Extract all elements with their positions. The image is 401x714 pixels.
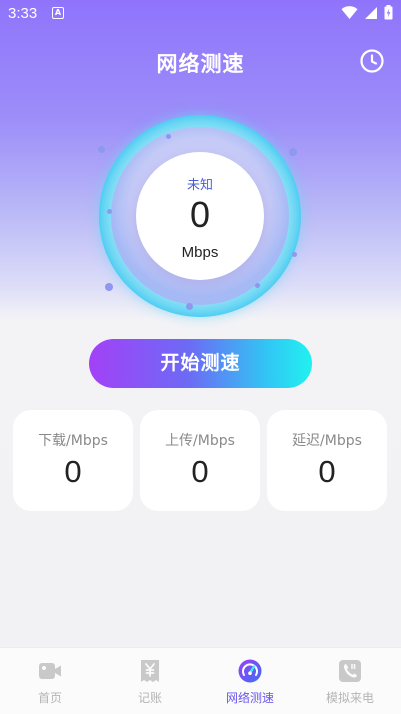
start-test-button[interactable]: 开始测速 — [89, 339, 312, 388]
phone-icon — [339, 660, 361, 682]
bottom-tab-bar: 首页 记账 网络测速 模拟来电 — [0, 647, 401, 714]
decor-dot — [289, 148, 297, 156]
decor-dot — [255, 283, 260, 288]
speed-state-label: 未知 — [186, 178, 213, 193]
download-card: 下载/Mbps 0 — [13, 410, 133, 511]
upload-card: 上传/Mbps 0 — [140, 410, 260, 511]
speed-gauge: 未知 0 Mbps — [98, 115, 301, 317]
speedometer-icon — [238, 659, 262, 683]
receipt-icon — [141, 660, 159, 682]
tab-accounting-label: 记账 — [137, 691, 162, 705]
decor-dot — [107, 209, 112, 214]
speed-value: 0 — [189, 194, 211, 235]
history-button[interactable] — [359, 48, 385, 74]
upload-value: 0 — [191, 454, 209, 489]
latency-card: 延迟/Mbps 0 — [267, 410, 387, 511]
latency-label: 延迟/Mbps — [292, 433, 362, 449]
tab-fake-call[interactable]: 模拟来电 — [300, 648, 400, 714]
decor-dot — [98, 146, 105, 153]
decor-dot — [166, 134, 171, 139]
clock-icon — [360, 49, 384, 73]
upload-label: 上传/Mbps — [165, 433, 235, 449]
decor-dot — [186, 303, 193, 310]
result-cards: 下载/Mbps 0 上传/Mbps 0 延迟/Mbps 0 — [13, 410, 389, 511]
tab-speed-test-label: 网络测速 — [225, 691, 274, 705]
signal-icon — [365, 6, 377, 19]
latency-value: 0 — [318, 454, 336, 489]
tab-home[interactable]: 首页 — [0, 648, 100, 714]
tab-fake-call-label: 模拟来电 — [325, 691, 374, 705]
status-icons — [341, 5, 393, 20]
battery-icon — [384, 5, 393, 20]
status-bar: 3:33 A — [0, 0, 401, 28]
page-title: 网络测速 — [156, 52, 245, 76]
download-value: 0 — [64, 454, 82, 489]
tab-home-label: 首页 — [37, 691, 62, 705]
tab-speed-test[interactable]: 网络测速 — [200, 648, 300, 714]
speed-unit: Mbps — [181, 244, 219, 261]
status-time: 3:33 — [8, 5, 38, 22]
decor-dot — [292, 252, 297, 257]
download-label: 下载/Mbps — [38, 433, 108, 449]
gauge-center: 未知 0 Mbps — [136, 152, 264, 280]
wifi-icon — [341, 5, 358, 19]
tab-accounting[interactable]: 记账 — [100, 648, 200, 714]
notification-icon: A — [52, 7, 64, 19]
video-icon — [39, 663, 61, 679]
decor-dot — [105, 283, 113, 291]
title-bar: 网络测速 — [0, 40, 401, 84]
